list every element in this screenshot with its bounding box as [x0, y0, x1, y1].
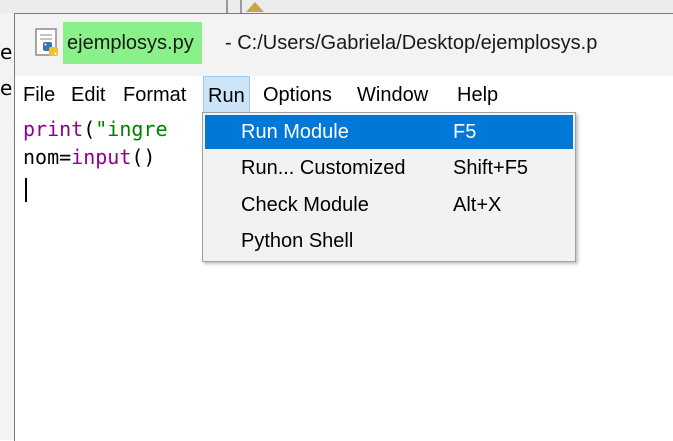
code-line-1: print("ingre — [23, 116, 168, 142]
menu-item-run-customized[interactable]: Run... Customized Shift+F5 — [205, 151, 573, 185]
menu-bar: File Edit Format Run Options Window Help — [15, 76, 673, 114]
title-bar[interactable]: ejemplosys.py - C:/Users/Gabriela/Deskto… — [15, 14, 673, 76]
menu-item-label: Run Module — [241, 121, 349, 143]
menu-item-shortcut: Shift+F5 — [453, 157, 529, 179]
menu-item-shortcut: F5 — [453, 121, 477, 143]
text-cursor — [25, 178, 27, 202]
menu-run[interactable]: Run — [203, 76, 250, 114]
menu-item-label: Check Module — [241, 194, 369, 216]
background-tab — [226, 0, 242, 13]
menu-window[interactable]: Window — [357, 80, 428, 110]
code-string: "ingre — [95, 117, 168, 141]
code-assignment: nom= — [23, 145, 72, 169]
code-keyword: print — [23, 117, 84, 141]
background-text-fragment: e — [0, 76, 13, 100]
menu-item-run-module[interactable]: Run Module F5 — [205, 115, 573, 149]
code-line-2: nom=input() — [23, 144, 155, 170]
menu-format[interactable]: Format — [123, 80, 186, 110]
code-call: () — [131, 145, 156, 169]
background-arrow-icon — [246, 2, 264, 12]
background-window-top — [0, 0, 673, 13]
menu-file[interactable]: File — [23, 80, 55, 110]
menu-help[interactable]: Help — [457, 80, 498, 110]
window-title-path: - C:/Users/Gabriela/Desktop/ejemplosys.p — [225, 32, 598, 54]
background-window-edge: er e — [0, 0, 21, 440]
window-title-filename: ejemplosys.py — [63, 22, 202, 64]
python-file-icon — [35, 28, 58, 56]
menu-item-check-module[interactable]: Check Module Alt+X — [205, 188, 573, 222]
menu-edit[interactable]: Edit — [71, 80, 105, 110]
menu-item-shortcut: Alt+X — [453, 194, 502, 216]
code-keyword: input — [71, 145, 132, 169]
code-paren: ( — [83, 117, 96, 141]
menu-item-python-shell[interactable]: Python Shell — [205, 224, 573, 258]
menu-item-label: Run... Customized — [241, 157, 406, 179]
menu-options[interactable]: Options — [263, 80, 332, 110]
run-menu-dropdown: Run Module F5 Run... Customized Shift+F5… — [202, 112, 576, 262]
menu-item-label: Python Shell — [241, 230, 354, 252]
